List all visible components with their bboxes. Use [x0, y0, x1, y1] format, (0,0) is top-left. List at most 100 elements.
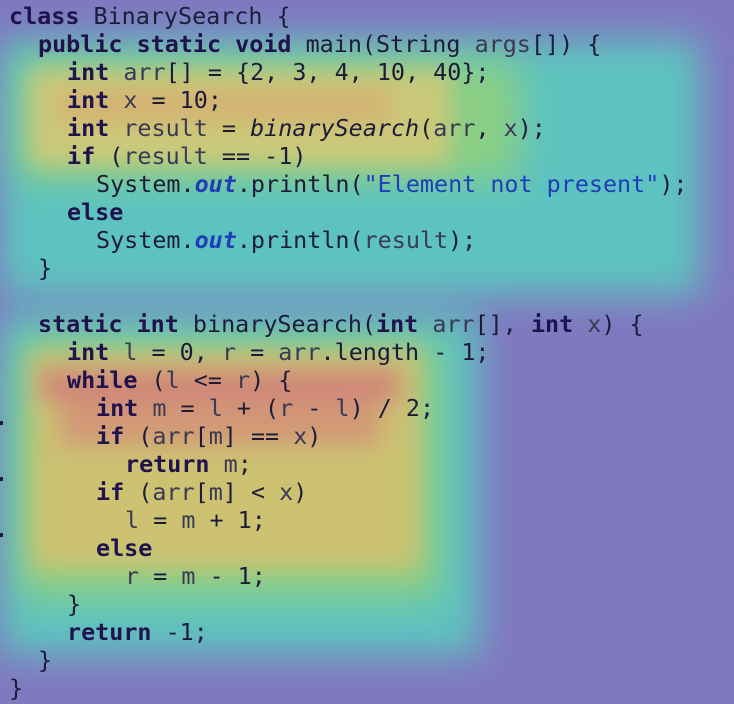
code-token: =	[207, 114, 251, 142]
code-token: []) {	[530, 30, 602, 58]
code-editor: class BinarySearch {public static void m…	[0, 0, 734, 704]
code-token: =	[236, 338, 279, 366]
code-token: x	[123, 86, 138, 114]
code-line: int result = binarySearch(arr, x);	[67, 114, 546, 142]
code-token: m	[208, 422, 223, 450]
code-token: System.	[96, 170, 195, 198]
code-token: );	[659, 170, 688, 198]
code-token: while	[67, 366, 138, 394]
code-token: m	[152, 394, 167, 422]
code-token: ;	[237, 450, 252, 478]
code-line: class BinarySearch {	[9, 2, 291, 30]
code-token: binarySearch(	[178, 310, 376, 338]
code-line: }	[38, 646, 52, 674]
code-token: int	[136, 310, 179, 338]
code-token: =	[139, 562, 182, 590]
code-token: m	[181, 562, 196, 590]
code-token: x	[293, 422, 308, 450]
code-line: public static void main(String args[]) {	[38, 30, 601, 58]
code-token: ] ==	[222, 422, 294, 450]
code-line: if (result == -1)	[67, 142, 306, 170]
code-token: (	[124, 478, 153, 506]
code-token: BinarySearch {	[79, 2, 291, 30]
code-token: result	[123, 114, 208, 142]
code-token: [] = {2, 3, 4, 10, 40};	[165, 58, 490, 86]
code-token: ) {	[601, 310, 644, 338]
code-token: result	[123, 142, 208, 170]
code-token: r	[125, 562, 140, 590]
code-token: [	[194, 422, 209, 450]
code-token: if	[67, 142, 96, 170]
code-token: arr	[152, 422, 195, 450]
code-token: out	[194, 170, 237, 198]
code-token: [],	[474, 310, 531, 338]
code-line: int m = l + (r - l) / 2;	[96, 394, 434, 422]
code-line: System.out.println(result);	[96, 226, 476, 254]
code-line: else	[67, 198, 123, 226]
code-token: else	[96, 534, 153, 562]
code-line: }	[67, 590, 81, 618]
code-token: r	[279, 394, 294, 422]
code-token: = 0,	[137, 338, 222, 366]
code-line: int x = 10;	[67, 86, 222, 114]
code-line: while (l <= r) {	[67, 366, 292, 394]
code-token: [	[194, 478, 209, 506]
code-token: }	[67, 590, 82, 618]
code-token: =	[139, 506, 182, 534]
code-token: m	[208, 478, 223, 506]
code-token: result	[363, 226, 449, 254]
code-token: static	[38, 310, 123, 338]
code-token: arr	[152, 478, 195, 506]
code-token: return	[125, 450, 210, 478]
code-token: ) / 2;	[349, 394, 435, 422]
code-line: int arr[] = {2, 3, 4, 10, 40};	[67, 58, 490, 86]
code-token: .println(	[236, 226, 364, 254]
code-token: arr	[123, 58, 166, 86]
code-token: x	[279, 478, 294, 506]
code-token: "Element not present"	[363, 170, 660, 198]
code-token: .length - 1;	[320, 338, 490, 366]
code-token: int	[67, 338, 110, 366]
code-token: x	[587, 310, 602, 338]
code-token: out	[194, 226, 237, 254]
code-token: }	[9, 674, 24, 702]
code-token: x	[503, 114, 518, 142]
code-token: l	[125, 506, 140, 534]
code-line: l = m + 1;	[125, 506, 266, 534]
code-line: else	[96, 534, 152, 562]
code-token: args	[474, 30, 531, 58]
code-token: )	[307, 422, 322, 450]
code-token: else	[67, 198, 124, 226]
code-token: (	[419, 114, 434, 142]
code-line: if (arr[m] == x)	[96, 422, 321, 450]
code-token: r	[236, 366, 251, 394]
code-token: (	[95, 142, 124, 170]
code-line: int l = 0, r = arr.length - 1;	[67, 338, 490, 366]
code-line: }	[38, 254, 52, 282]
code-token: = 10;	[137, 86, 222, 114]
code-token: l	[123, 338, 138, 366]
code-token: ] <	[222, 478, 280, 506]
code-token: + 1;	[195, 506, 266, 534]
code-token: -1;	[151, 618, 208, 646]
code-token: if	[96, 478, 125, 506]
code-token: class	[9, 2, 80, 30]
code-line: }	[9, 674, 23, 702]
code-token: <=	[179, 366, 237, 394]
code-token: -	[293, 394, 336, 422]
code-token: int	[67, 58, 110, 86]
code-token: }	[38, 254, 53, 282]
code-token: arr	[432, 310, 475, 338]
code-token: arr	[278, 338, 321, 366]
code-token: int	[530, 310, 574, 338]
code-line: return -1;	[67, 618, 208, 646]
code-token: l	[335, 394, 350, 422]
code-token: (	[137, 366, 166, 394]
code-token: + (	[222, 394, 280, 422]
